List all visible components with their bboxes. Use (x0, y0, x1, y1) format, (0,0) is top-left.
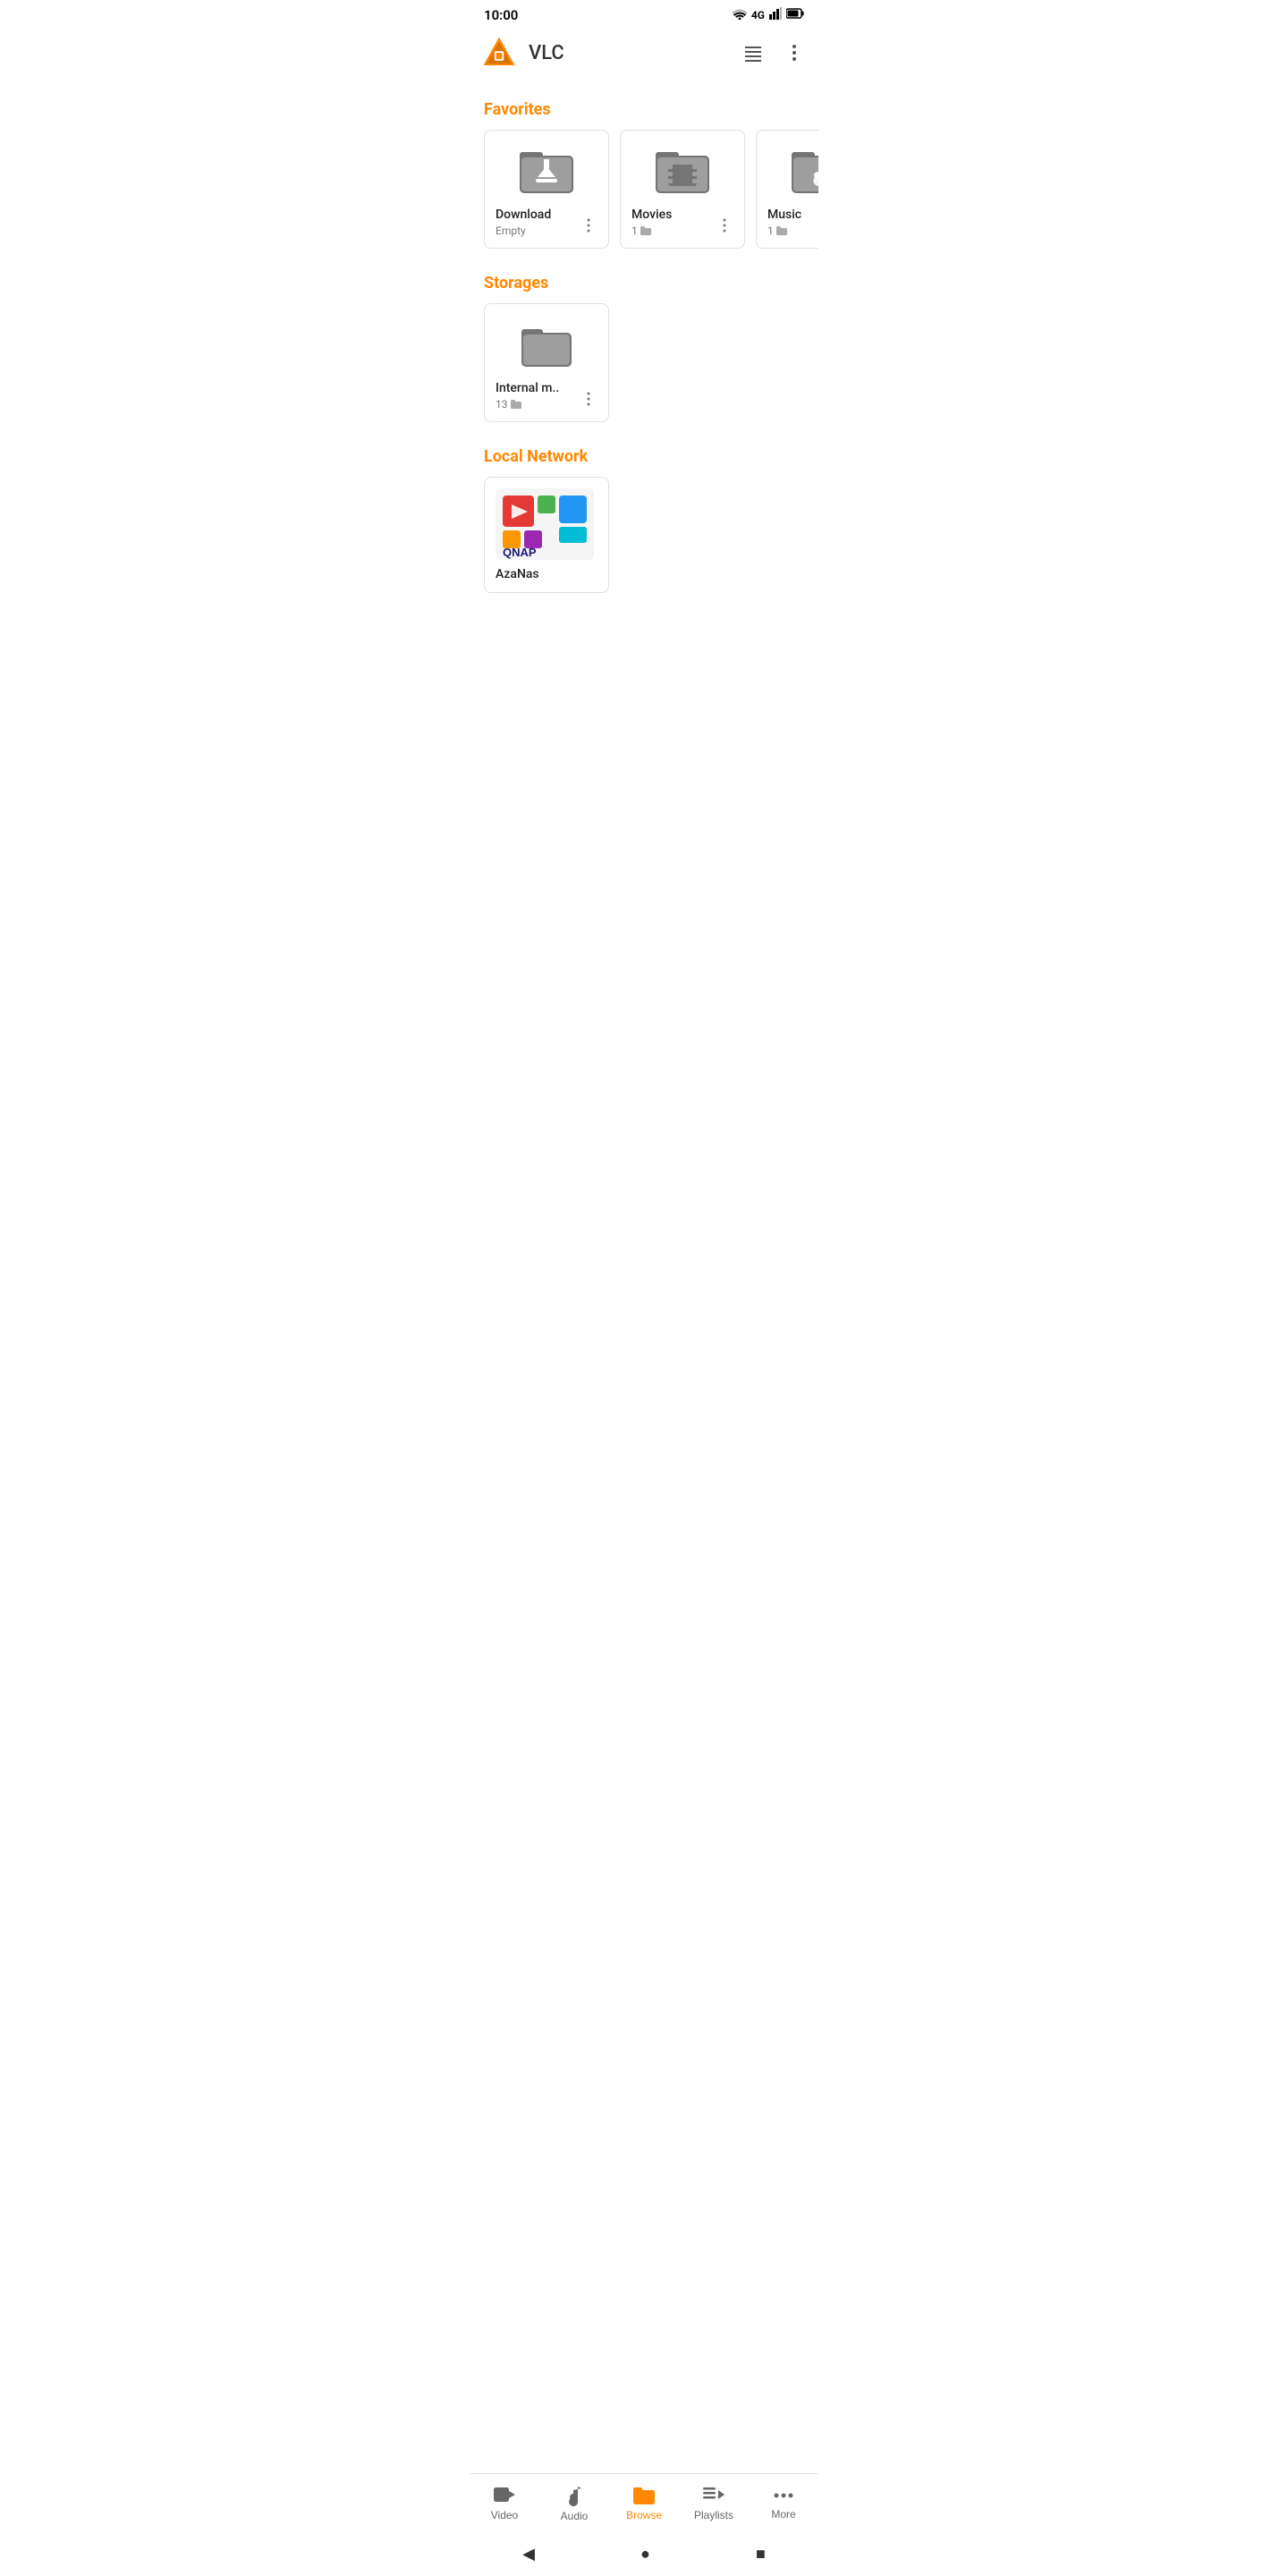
storages-header: Storages (470, 259, 818, 300)
app-bar-actions (740, 39, 808, 66)
app-title: VLC (529, 42, 740, 64)
nav-audio-label: Audio (561, 2510, 589, 2522)
movies-more-button[interactable] (716, 216, 733, 237)
movies-card-sub: 1 (631, 225, 716, 237)
download-more-button[interactable] (580, 216, 597, 237)
list-view-button[interactable] (740, 39, 767, 66)
network-type: 4G (751, 9, 765, 21)
download-card-footer: Download Empty (496, 208, 597, 237)
status-time: 10:00 (484, 7, 518, 23)
download-card-name: Download (496, 208, 580, 223)
nav-more-label: More (771, 2508, 795, 2521)
nav-audio[interactable]: Audio (539, 2481, 609, 2526)
nav-more[interactable]: More (749, 2483, 818, 2524)
nav-browse[interactable]: Browse (609, 2482, 679, 2525)
svg-text:QNAP: QNAP (503, 546, 537, 559)
music-card-name: Music (767, 208, 818, 223)
app-bar: VLC (470, 27, 818, 79)
internal-storage-sub: 13 (496, 398, 580, 411)
nav-playlists[interactable]: Playlists (679, 2482, 749, 2525)
download-folder-icon (518, 141, 575, 199)
download-folder-card[interactable]: Download Empty (484, 130, 609, 249)
storages-cards-row: Internal m.. 13 (470, 300, 818, 433)
internal-storage-more-button[interactable] (580, 390, 597, 411)
video-nav-icon (493, 2486, 516, 2505)
music-folder-count-icon (776, 225, 787, 236)
audio-nav-icon (564, 2485, 584, 2506)
movies-card-footer: Movies 1 (631, 208, 733, 237)
internal-storage-card[interactable]: Internal m.. 13 (484, 303, 609, 422)
system-nav-bar: ◀ ● ■ (470, 2534, 818, 2576)
local-network-header: Local Network (470, 433, 818, 473)
system-back-button[interactable]: ◀ (504, 2541, 553, 2567)
browse-nav-icon (632, 2486, 656, 2505)
nav-video-label: Video (491, 2509, 518, 2521)
vlc-logo (480, 34, 518, 72)
storage-folder-count-icon (511, 399, 521, 410)
favorites-section: Favorites Downloa (470, 86, 818, 259)
movies-folder-icon (654, 141, 711, 199)
music-card-footer: Music 1 (767, 208, 818, 237)
qnap-logo-svg: QNAP (496, 488, 594, 560)
overflow-menu-button[interactable] (781, 39, 808, 66)
bottom-nav: Video Audio Browse Playlists More (470, 2473, 818, 2537)
playlists-nav-icon (703, 2486, 724, 2505)
wifi-icon (733, 7, 747, 23)
more-nav-icon (773, 2487, 794, 2504)
nav-playlists-label: Playlists (694, 2509, 733, 2521)
internal-storage-icon (518, 315, 575, 372)
storages-section: Storages Internal m.. 13 (470, 259, 818, 433)
favorites-cards-row: Download Empty (470, 126, 818, 259)
main-content: Favorites Downloa (470, 79, 818, 675)
favorites-header: Favorites (470, 86, 818, 126)
system-home-button[interactable]: ● (623, 2541, 668, 2567)
azanas-name: AzaNas (496, 567, 539, 581)
music-card-sub: 1 (767, 225, 818, 237)
signal-icon (769, 7, 782, 23)
qnap-logo: QNAP (496, 488, 594, 560)
movies-folder-card[interactable]: Movies 1 (620, 130, 745, 249)
movies-folder-icon-wrap (631, 141, 733, 199)
movies-card-name: Movies (631, 208, 716, 223)
internal-storage-footer: Internal m.. 13 (496, 381, 597, 411)
music-folder-card[interactable]: Music 1 (756, 130, 818, 249)
status-bar: 10:00 4G (470, 0, 818, 27)
nav-video[interactable]: Video (470, 2482, 539, 2525)
folder-count-icon (640, 225, 651, 236)
system-recent-button[interactable]: ■ (738, 2541, 784, 2567)
battery-icon (786, 8, 804, 22)
internal-storage-name: Internal m.. (496, 381, 580, 396)
azanas-card[interactable]: QNAP AzaNas (484, 477, 609, 593)
internal-storage-icon-wrap (496, 315, 597, 372)
nav-browse-label: Browse (626, 2509, 662, 2521)
download-card-sub: Empty (496, 225, 580, 237)
music-folder-icon-wrap (767, 141, 818, 199)
music-folder-icon (790, 141, 818, 199)
download-folder-icon-wrap (496, 141, 597, 199)
status-icons: 4G (733, 7, 804, 23)
local-network-section: Local Network QNAP (470, 433, 818, 593)
